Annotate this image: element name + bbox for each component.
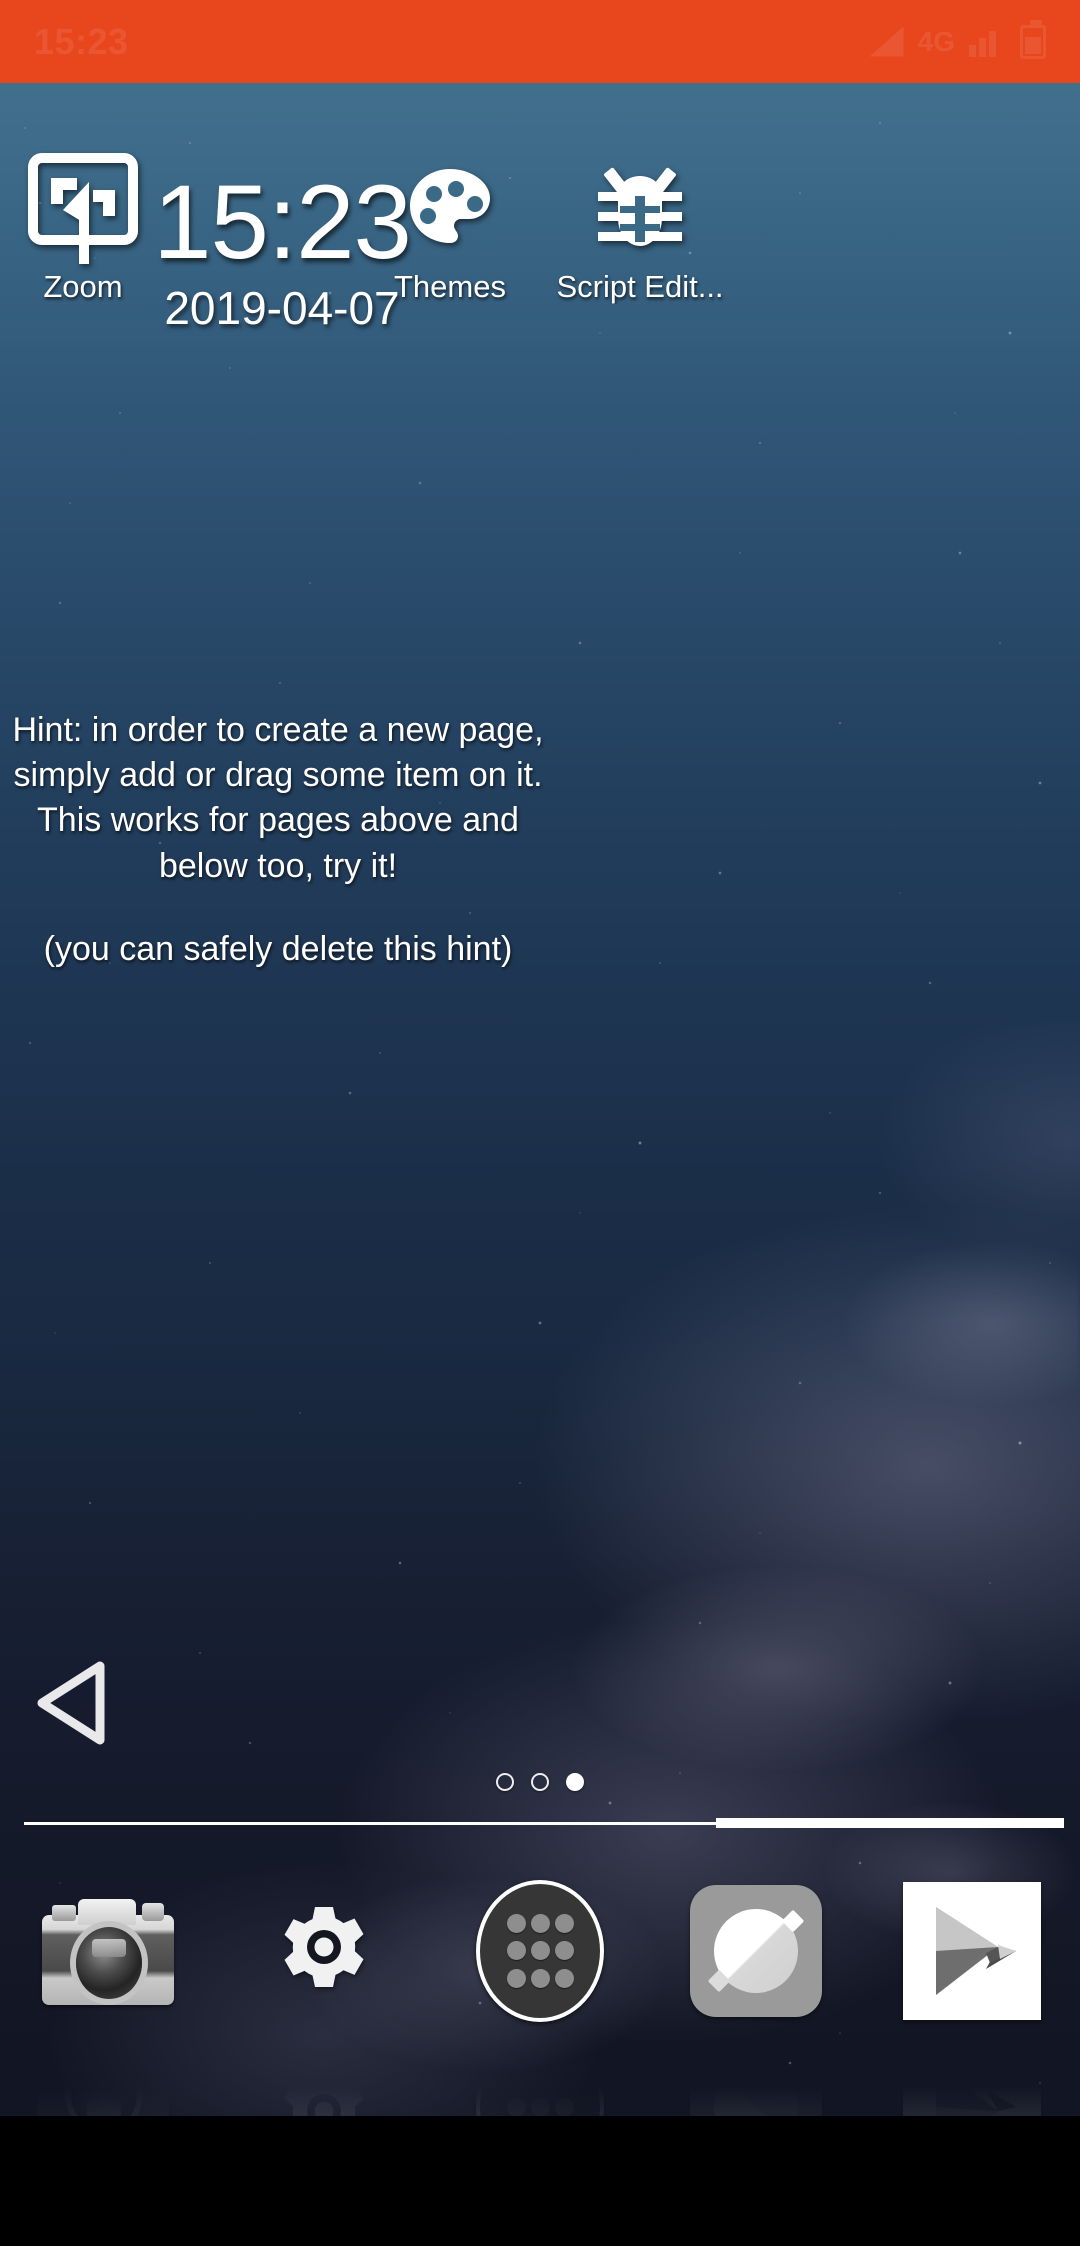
home-icon-script-editor-label: Script Edit...: [556, 270, 724, 304]
home-icon-zoom-label: Zoom: [43, 270, 123, 304]
home-icon-themes-label: Themes: [394, 270, 506, 304]
dock-item-app-drawer[interactable]: [432, 1866, 648, 2036]
camera-icon: [37, 1880, 179, 2022]
battery-icon: [1020, 19, 1046, 59]
dock-item-play-store[interactable]: [864, 1866, 1080, 2036]
hint-line-4: below too, try it!: [158, 846, 398, 885]
palette-icon: [355, 150, 545, 270]
bug-icon: [545, 150, 735, 270]
hint-line-2: simply add or drag some item on it.: [13, 756, 543, 795]
hint-line-3: This works for pages above and: [37, 801, 519, 840]
app-drawer-icon: [469, 1880, 611, 2022]
wallpaper-starfield[interactable]: [0, 83, 1080, 2116]
status-bar-clock: 15:23: [34, 20, 129, 62]
dock-item-camera[interactable]: [0, 1866, 216, 2036]
hint-spacer: [8, 889, 548, 927]
navigation-bar: [0, 2116, 1080, 2246]
dock-divider: [0, 1818, 1080, 1828]
status-bar-indicators: 4G: [869, 19, 1046, 59]
dock-item-settings[interactable]: [216, 1866, 432, 2036]
hint-widget[interactable]: Hint: in order to create a new page, sim…: [8, 708, 548, 972]
play-store-icon: [901, 1880, 1043, 2022]
dock-item-browser[interactable]: [648, 1866, 864, 2036]
page-dot-3[interactable]: [566, 1773, 584, 1791]
hint-line-1: Hint: in order to create a new page,: [12, 711, 544, 749]
back-triangle-icon: [37, 1661, 105, 1745]
page-indicator[interactable]: [0, 1773, 1080, 1791]
back-button[interactable]: [22, 1648, 132, 1758]
page-dot-1[interactable]: [496, 1773, 514, 1791]
browser-compass-icon: [685, 1880, 827, 2022]
home-icon-script-editor[interactable]: Script Edit...: [545, 150, 735, 304]
home-icon-zoom[interactable]: Zoom: [0, 150, 178, 304]
dock: [0, 1866, 1080, 2036]
dock-divider-thick-line: [716, 1818, 1064, 1828]
gear-icon: [253, 1880, 395, 2022]
page-dot-2[interactable]: [531, 1773, 549, 1791]
signal-triangle-icon: [869, 26, 904, 57]
hint-line-5: (you can safely delete this hint): [43, 929, 513, 968]
home-icon-themes[interactable]: Themes: [355, 150, 545, 304]
4g-icon: 4G: [917, 25, 955, 57]
milky-way-nebula: [0, 83, 1080, 2116]
signal-bars-icon: [969, 27, 996, 57]
zoom-frame-icon: [0, 150, 178, 270]
android-home-screen: 15:23 4G 15:23 2019-04-07 Zoom Themes Sc…: [0, 0, 1080, 2246]
status-bar[interactable]: 15:23 4G: [0, 0, 1080, 83]
